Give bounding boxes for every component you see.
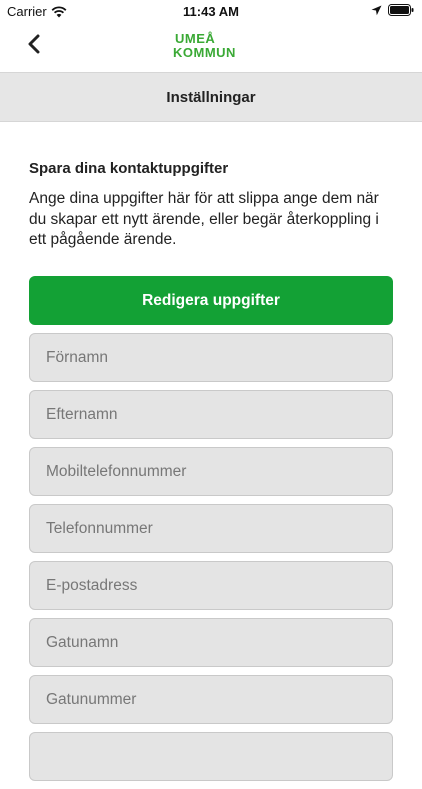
logo-line-2: KOMMUN <box>173 45 236 60</box>
status-right <box>371 4 414 16</box>
umea-kommun-logo: UMEÅ KOMMUN <box>173 32 249 62</box>
logo-line-1: UMEÅ <box>175 31 216 46</box>
contact-form: Förnamn Efternamn Mobiltelefonnummer Tel… <box>29 333 393 789</box>
section-description: Ange dina uppgifter här för att slippa a… <box>29 190 379 248</box>
chevron-left-icon <box>27 34 41 59</box>
location-arrow-icon <box>371 5 382 16</box>
edit-details-button[interactable]: Redigera uppgifter <box>29 276 393 325</box>
page-title: Inställningar <box>0 72 422 122</box>
battery-icon <box>388 4 414 16</box>
next-field-partial[interactable] <box>29 732 393 781</box>
email-field[interactable]: E-postadress <box>29 561 393 610</box>
first-name-field[interactable]: Förnamn <box>29 333 393 382</box>
status-bar: Carrier 11:43 AM <box>0 0 422 22</box>
navigation-bar: UMEÅ KOMMUN <box>0 22 422 72</box>
status-time: 11:43 AM <box>183 4 239 19</box>
phone-field[interactable]: Telefonnummer <box>29 504 393 553</box>
section-title: Spara dina kontaktuppgifter <box>29 160 229 177</box>
street-name-field[interactable]: Gatunamn <box>29 618 393 667</box>
mobile-phone-field[interactable]: Mobiltelefonnummer <box>29 447 393 496</box>
back-button[interactable] <box>20 32 48 60</box>
street-number-field[interactable]: Gatunummer <box>29 675 393 724</box>
last-name-field[interactable]: Efternamn <box>29 390 393 439</box>
